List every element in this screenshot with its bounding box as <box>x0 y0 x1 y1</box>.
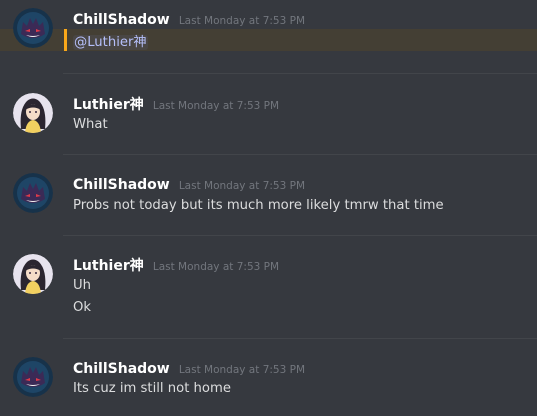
anime-girl-icon[interactable] <box>13 93 53 133</box>
message-header: Luthier神 Last Monday at 7:53 PM <box>73 94 279 114</box>
message-header: ChillShadow Last Monday at 7:53 PM <box>73 174 305 194</box>
chat-messages: ChillShadow Last Monday at 7:53 PM @Luth… <box>0 0 537 416</box>
gengar-icon[interactable] <box>13 173 53 213</box>
username[interactable]: Luthier神 <box>73 258 144 274</box>
timestamp[interactable]: Last Monday at 7:53 PM <box>153 100 279 112</box>
message-divider <box>63 73 537 74</box>
mention-edge-bar <box>64 29 67 51</box>
message-text: @Luthier神 <box>73 31 148 50</box>
message-text: Probs not today but its much more likely… <box>73 198 444 213</box>
anime-girl-icon[interactable] <box>13 254 53 294</box>
message-text: Its cuz im still not home <box>73 381 231 396</box>
message-header: ChillShadow Last Monday at 7:53 PM <box>73 9 305 29</box>
timestamp[interactable]: Last Monday at 7:53 PM <box>179 15 305 27</box>
message-text: What <box>73 117 108 132</box>
message-text: Ok <box>73 300 92 315</box>
gengar-icon[interactable] <box>13 357 53 397</box>
message-divider <box>63 338 537 339</box>
message-header: ChillShadow Last Monday at 7:53 PM <box>73 358 305 378</box>
username[interactable]: ChillShadow <box>73 12 170 28</box>
timestamp[interactable]: Last Monday at 7:53 PM <box>153 261 279 273</box>
gengar-icon[interactable] <box>13 8 53 48</box>
username[interactable]: ChillShadow <box>73 361 170 377</box>
username[interactable]: ChillShadow <box>73 177 170 193</box>
user-mention[interactable]: @Luthier神 <box>73 35 148 50</box>
timestamp[interactable]: Last Monday at 7:53 PM <box>179 364 305 376</box>
message-header: Luthier神 Last Monday at 7:53 PM <box>73 255 279 275</box>
message-divider <box>63 154 537 155</box>
message-divider <box>63 235 537 236</box>
username[interactable]: Luthier神 <box>73 97 144 113</box>
message-text: Uh <box>73 278 92 293</box>
timestamp[interactable]: Last Monday at 7:53 PM <box>179 180 305 192</box>
